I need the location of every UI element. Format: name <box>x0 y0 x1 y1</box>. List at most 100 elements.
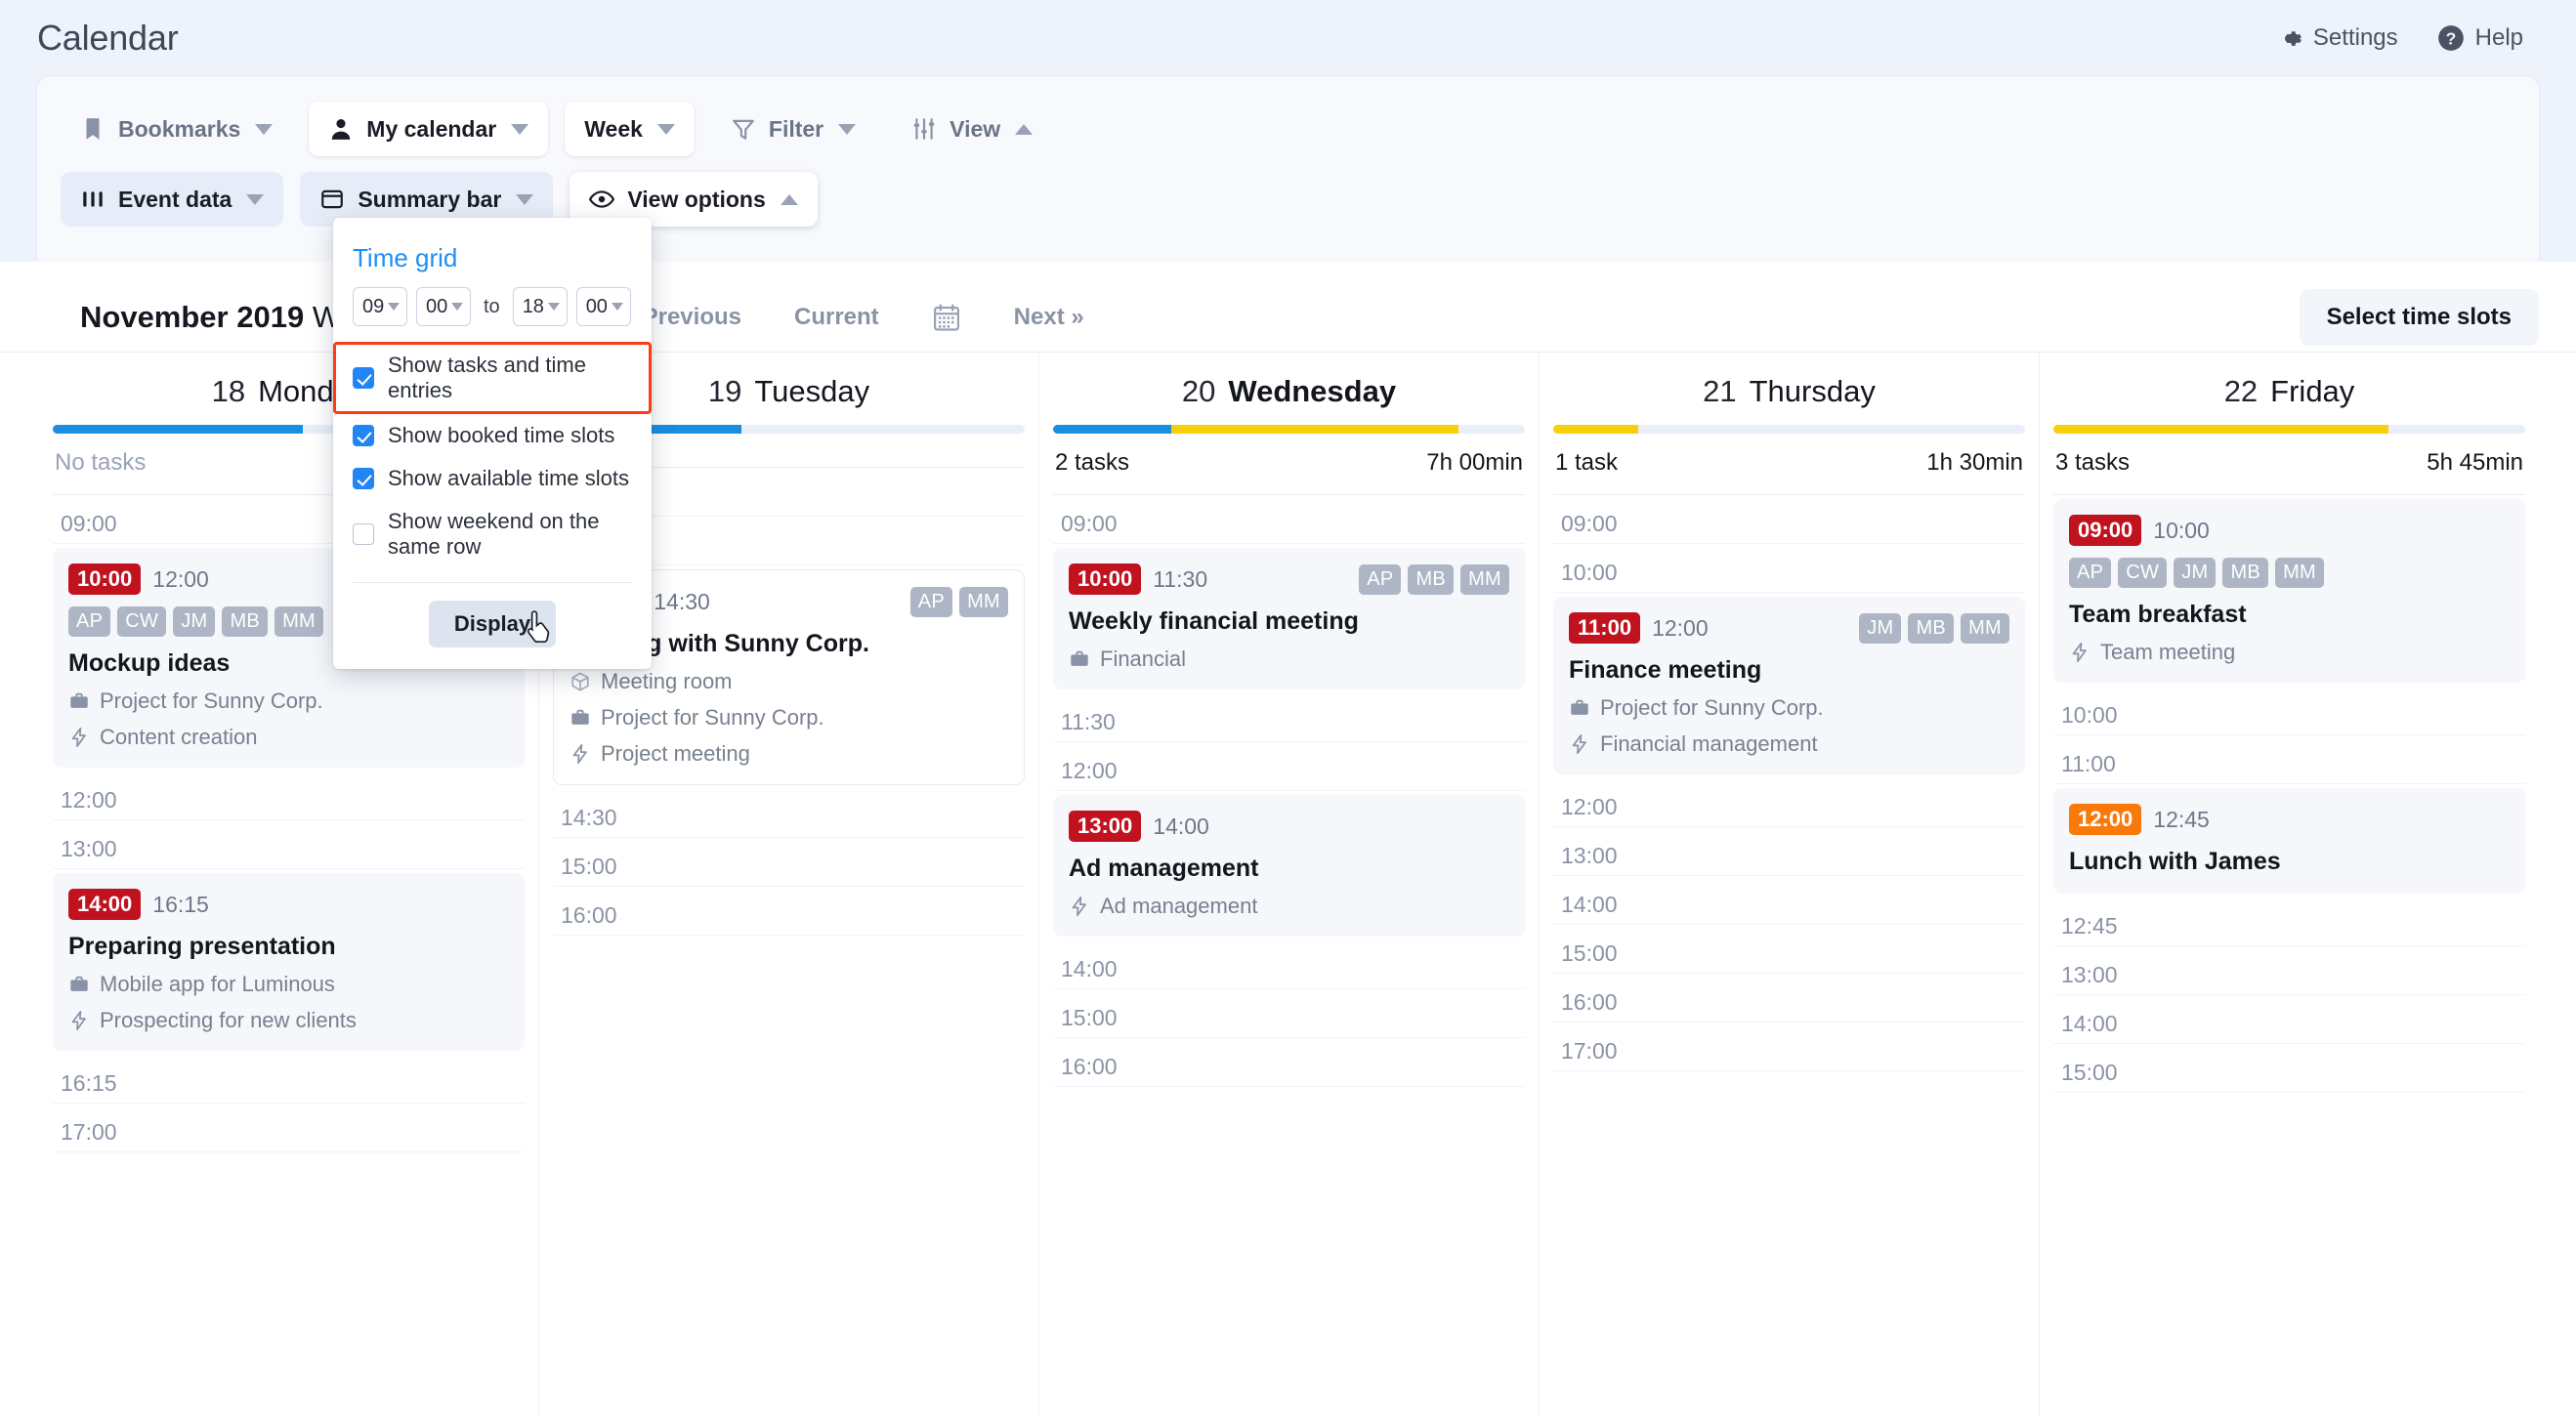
avatar[interactable]: MM <box>959 586 1008 617</box>
time-slot[interactable]: 09:00 <box>1553 495 2025 544</box>
avatar[interactable]: MB <box>2222 558 2269 588</box>
event-meta-label: Mobile app for Luminous <box>100 972 335 996</box>
event-meta-label: Project meeting <box>601 741 750 766</box>
time-slot[interactable]: 09:00 <box>1053 495 1525 544</box>
time-slot[interactable]: 13:00 <box>53 820 525 869</box>
avatar[interactable]: JM <box>2174 558 2217 588</box>
time-slot[interactable]: 12:45 <box>2053 897 2525 946</box>
time-slot-label: 11:30 <box>1061 709 1116 734</box>
avatar[interactable]: AP <box>68 606 111 637</box>
time-slot[interactable]: 16:00 <box>553 887 1025 936</box>
time-slot-label: 14:00 <box>1061 956 1118 981</box>
avatar[interactable]: CW <box>2118 558 2168 588</box>
time-slot[interactable]: 12:00 <box>53 772 525 820</box>
avatar[interactable]: MM <box>274 606 323 637</box>
time-slot[interactable]: 11:30 <box>1053 693 1525 742</box>
funnel-icon <box>733 119 754 140</box>
time-slot[interactable]: 14:00 <box>1553 876 2025 925</box>
calendar-event[interactable]: 11:00 12:00 JM MB MM Finance meeting Project f… <box>1553 597 2025 774</box>
checkbox-unchecked-icon[interactable] <box>353 523 374 545</box>
avatar[interactable]: MB <box>1408 563 1455 595</box>
current-button[interactable]: Current <box>794 304 879 331</box>
calendar-event[interactable]: 14:00 16:15 Preparing presentation Mobile a… <box>53 873 525 1051</box>
calendar-event[interactable]: 12:00 12:45 Lunch with James <box>2053 788 2525 894</box>
toolbar-button-my-calendar[interactable]: My calendar <box>309 102 549 156</box>
checkbox-checked-icon[interactable] <box>353 468 374 489</box>
avatar[interactable]: MB <box>1908 612 1955 644</box>
view-option-show-weekend-on-the-same-row[interactable]: Show weekend on the same row <box>333 500 652 568</box>
time-slot[interactable]: 15:00 <box>1053 989 1525 1038</box>
time-slot[interactable]: 10:00 <box>1553 544 2025 593</box>
avatar[interactable]: MM <box>2275 558 2324 588</box>
time-slot[interactable]: 17:00 <box>1553 1023 2025 1071</box>
time-grid-title: Time grid <box>353 243 458 272</box>
time-slot[interactable]: 15:00 <box>2053 1044 2525 1093</box>
from-minute-select[interactable]: 00 <box>416 287 471 326</box>
avatar[interactable]: MB <box>222 606 269 637</box>
time-slot[interactable]: 17:00 <box>53 1104 525 1152</box>
summary-bar-segment <box>1170 425 1459 434</box>
avatar[interactable]: MM <box>1961 612 2009 644</box>
calendar-app: Calendar Settings ? Help Bookmarks My cal… <box>0 0 2576 1419</box>
calendar-event[interactable]: 09:00 10:00 AP CW JM MB MM Team breakfast Team m… <box>2053 499 2525 683</box>
time-slot[interactable]: 16:00 <box>1053 1038 1525 1087</box>
chevron-down-icon <box>388 303 401 311</box>
time-slot[interactable]: 16:00 <box>1553 974 2025 1023</box>
time-slot-label: 16:00 <box>561 902 617 928</box>
to-minute-select[interactable]: 00 <box>575 287 631 326</box>
time-slot[interactable]: 12:00 <box>1553 778 2025 827</box>
day-header[interactable]: 22 Friday <box>2053 353 2525 425</box>
calendar-icon[interactable] <box>932 303 961 332</box>
avatar[interactable]: CW <box>117 606 167 637</box>
toolbar-button-bookmarks[interactable]: Bookmarks <box>61 102 292 156</box>
time-slot[interactable]: 15:00 <box>553 838 1025 887</box>
time-slot[interactable]: 15:00 <box>1553 925 2025 974</box>
time-slot[interactable]: 16:15 <box>53 1055 525 1104</box>
event-title: Preparing presentation <box>68 933 336 960</box>
time-slot[interactable]: 14:30 <box>553 789 1025 838</box>
event-meta-row: Project for Sunny Corp. <box>570 705 1008 730</box>
calendar-event[interactable]: 13:00 14:00 Ad management Ad management <box>1053 795 1525 937</box>
toolbar-button-view[interactable]: View <box>892 102 1052 156</box>
time-slot[interactable]: 13:00 <box>2053 946 2525 995</box>
avatar[interactable]: JM <box>1859 612 1902 644</box>
time-slot[interactable]: 12:00 <box>1053 742 1525 791</box>
time-slot[interactable]: 10:00 <box>2053 687 2525 735</box>
select-time-slots-button[interactable]: Select time slots <box>2299 289 2539 346</box>
help-button[interactable]: ? Help <box>2437 24 2523 52</box>
calendar-event[interactable]: 10:00 11:30 AP MB MM Weekly financial meeting… <box>1053 548 1525 689</box>
event-start-badge: 10:00 <box>68 563 142 595</box>
time-slot[interactable]: 13:00 <box>1553 827 2025 876</box>
event-meta-label: Project for Sunny Corp. <box>1600 695 1824 720</box>
next-button[interactable]: Next » <box>1014 304 1084 331</box>
avatar[interactable]: JM <box>173 606 216 637</box>
toolbar-button-week[interactable]: Week <box>565 102 695 156</box>
view-option-show-available-time-slots[interactable]: Show available time slots <box>333 457 652 500</box>
avatar[interactable]: MM <box>1460 563 1509 595</box>
to-hour-select[interactable]: 18 <box>512 287 568 326</box>
time-slot[interactable]: 11:00 <box>2053 735 2525 784</box>
settings-button[interactable]: Settings <box>2276 24 2398 52</box>
time-slot-label: 12:00 <box>1061 758 1118 783</box>
time-slot-label: 17:00 <box>61 1119 117 1145</box>
event-title: Team breakfast <box>2069 601 2247 628</box>
day-number: 22 <box>2223 374 2259 408</box>
from-hour-select[interactable]: 09 <box>353 287 407 326</box>
toolbar-button-event-data[interactable]: Event data <box>61 172 284 227</box>
day-header[interactable]: 21 Thursday <box>1553 353 2025 425</box>
avatar[interactable]: AP <box>909 586 953 617</box>
time-slot[interactable]: 14:00 <box>1053 940 1525 989</box>
toolbar-button-filter[interactable]: Filter <box>711 102 875 156</box>
event-start-badge: 14:00 <box>68 889 142 920</box>
time-slot[interactable]: 14:00 <box>2053 995 2525 1044</box>
day-header[interactable]: 20 Wednesday <box>1053 353 1525 425</box>
checkbox-checked-icon[interactable] <box>353 367 374 389</box>
avatar[interactable]: AP <box>2069 558 2112 588</box>
avatar[interactable]: AP <box>1359 563 1402 595</box>
view-option-show-tasks-and-time-entries[interactable]: Show tasks and time entries <box>333 342 652 414</box>
view-option-show-booked-time-slots[interactable]: Show booked time slots <box>333 414 652 457</box>
view-option-label: Show weekend on the same row <box>388 509 600 559</box>
checkbox-checked-icon[interactable] <box>353 425 374 446</box>
event-end-time: 10:00 <box>2153 517 2210 543</box>
event-meta-row: Team meeting <box>2069 640 2510 665</box>
